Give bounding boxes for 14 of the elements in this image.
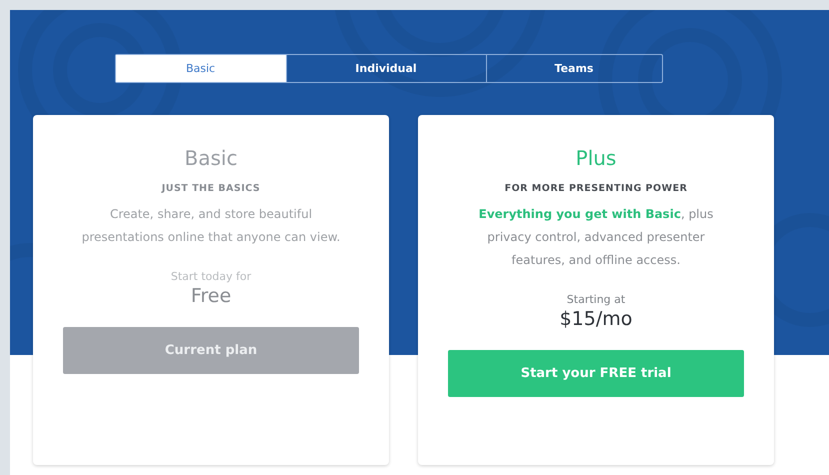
plan-tab[interactable]: Individual bbox=[286, 55, 486, 82]
trial-button[interactable]: Start your FREE trial bbox=[448, 350, 744, 397]
plan-description: Create, share, and store beautiful presentations online that anyone can view. bbox=[80, 206, 342, 246]
plan-price: Free bbox=[190, 284, 232, 309]
plan-tab[interactable]: Teams bbox=[486, 55, 662, 82]
plan-tagline: FOR MORE PRESENTING POWER bbox=[504, 183, 688, 194]
price-label: Start today for bbox=[170, 270, 252, 283]
plan-description: Everything you get with Basic, plus privacy control, advanced presenter features, and offline access. bbox=[478, 206, 714, 269]
plan-name: Plus bbox=[576, 145, 616, 171]
plan-tagline: JUST THE BASICS bbox=[162, 183, 260, 194]
plan-price: $15/mo bbox=[560, 307, 632, 332]
plan-tab[interactable]: Basic bbox=[116, 55, 286, 82]
price-label: Starting at bbox=[566, 293, 626, 306]
plan-name: Basic bbox=[184, 145, 238, 171]
